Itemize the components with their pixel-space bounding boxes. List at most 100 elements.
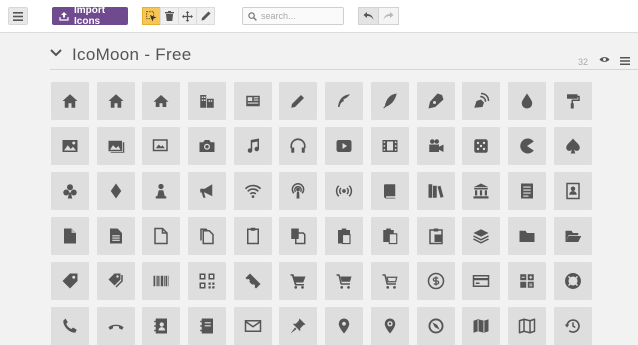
icon-tile-quill2[interactable]: [370, 82, 409, 120]
undo-button[interactable]: [358, 7, 379, 25]
qrcode-icon: [199, 273, 215, 289]
move-tool-button[interactable]: [178, 7, 197, 25]
icon-tile-barcode[interactable]: [142, 262, 181, 300]
icon-tile-coin-dollar[interactable]: [416, 262, 455, 300]
icon-tile-qrcode[interactable]: [188, 262, 227, 300]
icon-tile-credit-card[interactable]: [462, 262, 501, 300]
icon-tile-book[interactable]: [370, 172, 409, 210]
import-icons-button[interactable]: Import Icons: [52, 5, 128, 27]
icon-tile-file-empty[interactable]: [51, 217, 89, 255]
icon-tile-location2[interactable]: [370, 307, 409, 345]
icon-tile-cart3[interactable]: [370, 262, 409, 300]
icon-tile-home2[interactable]: [96, 82, 135, 120]
icon-tile-cart2[interactable]: [325, 262, 364, 300]
main-menu-button[interactable]: [8, 7, 28, 25]
redo-button[interactable]: [378, 7, 399, 25]
icon-tile-podcast[interactable]: [279, 172, 318, 210]
droplet-icon: [521, 93, 533, 109]
icon-tile-notebook[interactable]: [188, 307, 227, 345]
icon-tile-file-music[interactable]: [233, 217, 272, 255]
icon-tile-pushpin[interactable]: [279, 307, 318, 345]
icon-tile-lifebuoy[interactable]: [553, 262, 592, 300]
icon-tile-cart[interactable]: [279, 262, 318, 300]
icon-tile-play[interactable]: [325, 127, 364, 165]
icon-tile-profile[interactable]: [553, 172, 592, 210]
icon-tile-files-empty[interactable]: [188, 217, 227, 255]
chevron-down-icon[interactable]: [50, 49, 62, 57]
set-menu-icon[interactable]: [620, 57, 630, 65]
icon-tile-pawn[interactable]: [142, 172, 181, 210]
icon-tile-images[interactable]: [96, 127, 135, 165]
copy-icon: [291, 228, 306, 245]
icon-tile-folder-open[interactable]: [553, 217, 592, 255]
icon-tile-paste[interactable]: [325, 217, 364, 255]
books-icon: [428, 184, 443, 198]
phone-icon: [63, 318, 77, 333]
icon-tile-paste3[interactable]: [416, 217, 455, 255]
icon-tile-stack[interactable]: [462, 217, 501, 255]
icon-tile-pen[interactable]: [416, 82, 455, 120]
icon-tile-map2[interactable]: [507, 307, 546, 345]
icon-tile-home[interactable]: [51, 82, 89, 120]
icon-tile-address-book[interactable]: [142, 307, 181, 345]
folder-icon: [519, 230, 535, 242]
icon-tile-phone-hang-up[interactable]: [96, 307, 135, 345]
search-box[interactable]: [242, 7, 344, 25]
undo-icon: [363, 12, 374, 20]
icon-tile-library[interactable]: [462, 172, 501, 210]
icon-tile-video-camera[interactable]: [416, 127, 455, 165]
lifebuoy-icon: [564, 273, 581, 289]
edit-tool-button[interactable]: [196, 7, 215, 25]
icon-tile-headphones[interactable]: [279, 127, 318, 165]
cart2-icon: [336, 274, 352, 289]
icon-tile-price-tag[interactable]: [51, 262, 89, 300]
icon-tile-camera[interactable]: [188, 127, 227, 165]
icon-tile-calculator[interactable]: [507, 262, 546, 300]
images-icon: [108, 140, 124, 153]
icon-tile-folder[interactable]: [507, 217, 546, 255]
icon-tile-ticket[interactable]: [233, 262, 272, 300]
icon-tile-home3[interactable]: [142, 82, 181, 120]
delete-tool-button[interactable]: [160, 7, 179, 25]
icon-tile-envelop[interactable]: [233, 307, 272, 345]
icon-tile-diamonds[interactable]: [96, 172, 135, 210]
icon-tile-images2[interactable]: [142, 127, 181, 165]
icon-tile-film[interactable]: [370, 127, 409, 165]
icon-tile-phone[interactable]: [51, 307, 89, 345]
cart-icon: [290, 274, 306, 289]
icon-tile-location[interactable]: [325, 307, 364, 345]
icon-tile-newspaper[interactable]: [233, 82, 272, 120]
icon-tile-music[interactable]: [233, 127, 272, 165]
icon-tile-pencil[interactable]: [279, 82, 318, 120]
icon-tile-spades[interactable]: [553, 127, 592, 165]
icon-tile-image[interactable]: [51, 127, 89, 165]
icon-tile-feed[interactable]: [325, 172, 364, 210]
icon-tile-office[interactable]: [188, 82, 227, 120]
icon-tile-paste2[interactable]: [370, 217, 409, 255]
icon-tile-compass[interactable]: [416, 307, 455, 345]
icon-tile-pacman[interactable]: [507, 127, 546, 165]
icon-tile-bullhorn[interactable]: [188, 172, 227, 210]
icon-tile-map[interactable]: [462, 307, 501, 345]
location2-icon: [384, 318, 396, 334]
icon-tile-file-text2[interactable]: [96, 217, 135, 255]
move-icon: [182, 10, 193, 22]
icon-tile-connection[interactable]: [233, 172, 272, 210]
eye-icon[interactable]: [599, 56, 610, 63]
price-tag-icon: [62, 273, 78, 289]
icon-tile-blog[interactable]: [462, 82, 501, 120]
icon-tile-copy[interactable]: [279, 217, 318, 255]
icon-tile-clubs[interactable]: [51, 172, 89, 210]
icon-tile-books[interactable]: [416, 172, 455, 210]
icon-tile-dice[interactable]: [462, 127, 501, 165]
select-tool-button[interactable]: [142, 7, 161, 25]
icon-tile-price-tags[interactable]: [96, 262, 135, 300]
icon-tile-quill[interactable]: [325, 82, 364, 120]
icon-tile-file-picture[interactable]: [142, 217, 181, 255]
search-input[interactable]: [261, 11, 341, 21]
icon-tile-file-text[interactable]: [507, 172, 546, 210]
icon-tile-paint-format[interactable]: [553, 82, 592, 120]
icon-tile-history[interactable]: [553, 307, 592, 345]
icon-count: 32: [577, 57, 588, 67]
icon-tile-droplet[interactable]: [507, 82, 546, 120]
